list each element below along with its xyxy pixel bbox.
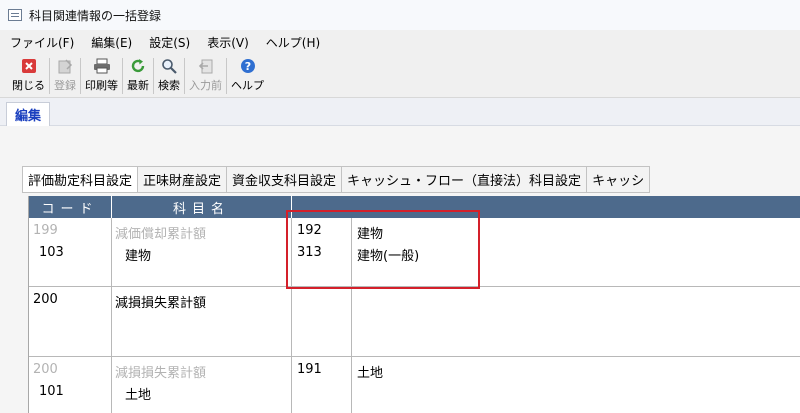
close-icon [20,57,38,75]
menu-edit[interactable]: 編集(E) [91,34,132,51]
row-3-code[interactable]: 101 [39,384,64,399]
row-1-code-top: 199 [33,223,58,238]
print-button[interactable]: 印刷等 [81,54,122,96]
menu-bar: ファイル(F) 編集(E) 設定(S) 表示(V) ヘルプ(H) [0,30,800,54]
undo-document-icon [197,57,215,75]
row-2-code[interactable]: 200 [33,292,58,307]
tab-strip: 評価勘定科目設定 正味財産設定 資金収支科目設定 キャッシュ・フロー（直接法）科… [22,166,651,193]
search-label: 検索 [158,79,180,92]
refresh-icon [129,57,147,75]
help-button[interactable]: ? ヘルプ [227,54,268,96]
tab-cash-flow-direct[interactable]: キャッシュ・フロー（直接法）科目設定 [342,166,588,193]
row-3-link-1-code[interactable]: 191 [297,362,322,377]
search-icon [160,57,178,75]
window-icon [8,9,22,21]
prev-input-label: 入力前 [189,79,222,92]
window-title: 科目関連情報の一括登録 [29,8,162,23]
grid-divider [111,218,112,413]
printer-icon [93,57,111,75]
edit-strip: 編集 [0,98,800,126]
row-3-name[interactable]: 土地 [125,384,151,403]
menu-help[interactable]: ヘルプ(H) [266,34,320,51]
row-1-name-top: 減価償却累計額 [115,227,207,242]
title-bar: 科目関連情報の一括登録 [0,0,800,30]
register-icon [56,57,74,75]
column-header-code[interactable]: コード [29,196,111,218]
row-1-code[interactable]: 103 [39,245,64,260]
help-label: ヘルプ [231,79,264,92]
highlight-box [286,210,480,289]
help-icon: ? [239,57,257,75]
tab-cash-flow-more[interactable]: キャッシ [587,166,651,193]
close-label: 閉じる [12,79,45,92]
row-3-name-top: 減損損失累計額 [115,366,207,381]
row-2-name[interactable]: 減損損失累計額 [115,292,206,311]
grid-row-divider [29,356,800,357]
menu-file[interactable]: ファイル(F) [10,34,74,51]
refresh-label: 最新 [127,79,149,92]
row-1-name[interactable]: 建物 [125,245,151,264]
toolbar: 閉じる 登録 印刷等 最新 検索 入力前 ? ヘルプ [0,54,800,98]
row-3-link-1-name[interactable]: 土地 [357,362,383,381]
register-label: 登録 [54,79,76,92]
tab-fund-balance[interactable]: 資金収支科目設定 [227,166,343,193]
row-3-code-top: 200 [33,362,58,377]
register-button[interactable]: 登録 [50,54,80,96]
tab-net-assets[interactable]: 正味財産設定 [138,166,228,193]
refresh-button[interactable]: 最新 [123,54,153,96]
column-header-name[interactable]: 科目名 [112,196,291,218]
search-button[interactable]: 検索 [154,54,184,96]
svg-text:?: ? [244,60,250,73]
print-label: 印刷等 [85,79,118,92]
tab-valuation-account[interactable]: 評価勘定科目設定 [22,166,139,193]
edit-tab[interactable]: 編集 [6,102,51,126]
menu-view[interactable]: 表示(V) [207,34,249,51]
menu-settings[interactable]: 設定(S) [149,34,190,51]
close-button[interactable]: 閉じる [8,54,49,96]
prev-input-button[interactable]: 入力前 [185,54,226,96]
